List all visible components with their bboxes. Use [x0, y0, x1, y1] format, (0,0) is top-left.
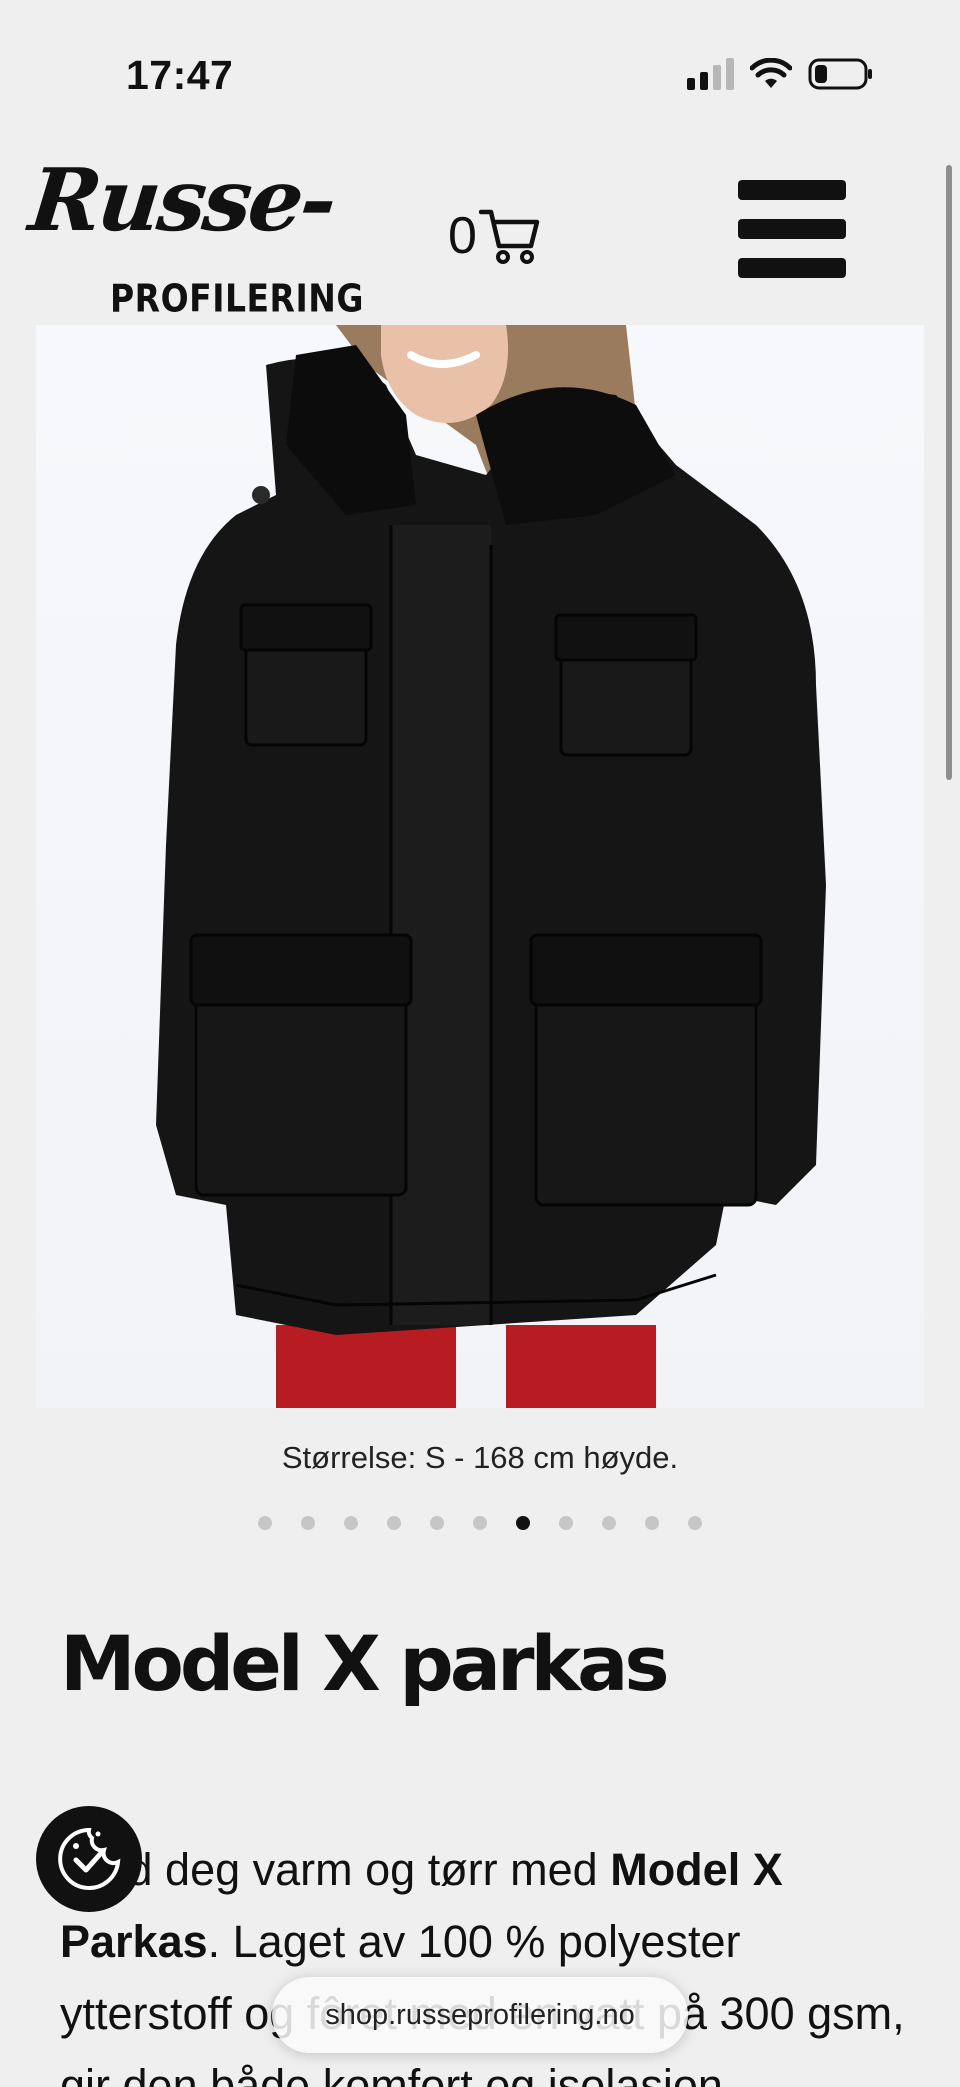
cookie-consent-button[interactable]: [36, 1806, 142, 1912]
parka-illustration: [156, 325, 826, 1408]
battery-low-icon: [808, 58, 872, 90]
browser-url-bar[interactable]: shop.russeprofilering.no: [272, 1977, 688, 2053]
gallery-dot[interactable]: [688, 1516, 702, 1530]
gallery-dot-active[interactable]: [516, 1516, 530, 1530]
brand-logo[interactable]: Russe- PROFILERING: [25, 150, 364, 321]
desc-text-1: Hold deg varm og tørr med: [60, 1844, 611, 1895]
logo-script: Russe-: [24, 150, 339, 251]
product-title: Model X parkas: [60, 1619, 670, 1708]
hamburger-menu-icon[interactable]: [738, 180, 846, 278]
gallery-dot[interactable]: [602, 1516, 616, 1530]
status-bar: 17:47: [0, 0, 960, 150]
cellular-signal-icon: [687, 58, 734, 90]
gallery-dot[interactable]: [301, 1516, 315, 1530]
cookie-consent-icon: [58, 1827, 121, 1890]
shopping-cart-icon: [478, 209, 540, 264]
gallery-dot[interactable]: [344, 1516, 358, 1530]
logo-sub: PROFILERING: [110, 276, 364, 321]
site-header: Russe- PROFILERING 0: [0, 150, 960, 321]
gallery-dot[interactable]: [430, 1516, 444, 1530]
image-caption: Størrelse: S - 168 cm høyde.: [281, 1440, 679, 1475]
gallery-dot[interactable]: [387, 1516, 401, 1530]
scrollbar[interactable]: [946, 165, 952, 780]
status-time: 17:47: [126, 52, 234, 98]
gallery-dot[interactable]: [645, 1516, 659, 1530]
gallery-pagination: [0, 1516, 960, 1530]
wifi-icon: [750, 58, 792, 88]
cart-button[interactable]: 0: [448, 206, 541, 266]
product-page: 17:47 Russe- PROFILERING 0 Størrelse: S …: [0, 0, 960, 2087]
gallery-dot[interactable]: [473, 1516, 487, 1530]
cart-count: 0: [448, 207, 477, 265]
product-image[interactable]: [36, 325, 924, 1408]
status-icons: [687, 58, 874, 90]
gallery-dot[interactable]: [258, 1516, 272, 1530]
gallery-dot[interactable]: [559, 1516, 573, 1530]
